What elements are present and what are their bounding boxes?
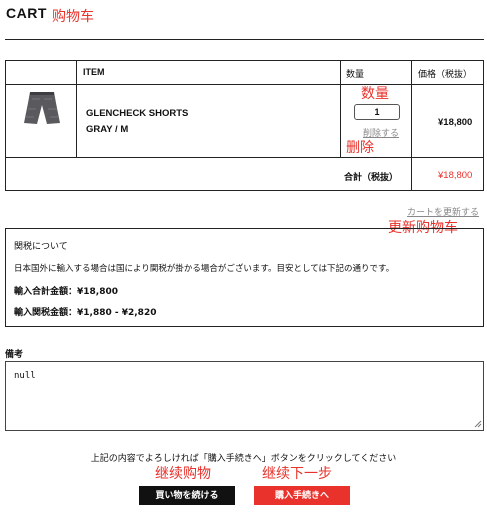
continue-annotation: 继续购物 [155,466,211,482]
notes-textarea[interactable]: null [5,361,484,431]
import-total: 輸入合計金額：¥18,800 [14,287,118,297]
page-title-annotation: 购物车 [52,9,94,25]
duty-description: 日本国外に輸入する場合は国により関税が掛かる場合がございます。目安としては下記の… [14,264,395,274]
product-name[interactable]: GLENCHECK SHORTS [86,108,188,119]
checkout-annotation: 继续下一步 [262,466,332,482]
quantity-annotation: 数量 [361,86,389,102]
continue-shopping-button[interactable]: 買い物を続ける [139,486,235,505]
row-divider [6,84,483,85]
checkout-instruction: 上記の内容でよろしければ「購入手続きへ」ボタンをクリックしてください [90,454,397,464]
import-duty: 輸入関税金額：¥1,880 - ¥2,820 [14,308,157,318]
subtotal-label: 合計（税抜） [344,173,399,183]
item-price: ¥18,800 [438,117,473,128]
column-header-item: ITEM [83,67,105,77]
checkout-button[interactable]: 購入手続きへ [254,486,350,505]
column-divider [340,61,341,158]
subtotal-value: ¥18,800 [438,170,473,181]
page-title: CART [6,5,47,21]
cart-table: ITEM 数量 価格（税抜） GLENCHECK SHORTS GRAY / M… [5,60,484,191]
header-divider [5,39,484,40]
product-variant: GRAY / M [86,124,129,135]
column-divider [76,61,77,158]
duty-info-box: 関税について 日本国外に輸入する場合は国により関税が掛かる場合がございます。目安… [5,228,484,327]
notes-label: 備考 [5,350,24,360]
delete-annotation: 删除 [346,140,374,156]
column-divider [411,61,412,190]
product-thumbnail[interactable] [18,89,66,131]
quantity-input[interactable]: 1 [354,104,400,120]
row-divider [6,157,483,158]
resize-grip-icon[interactable] [474,420,482,428]
column-header-quantity: 数量 [346,69,365,79]
duty-title: 関税について [14,242,68,252]
column-header-price: 価格（税抜） [418,69,473,79]
